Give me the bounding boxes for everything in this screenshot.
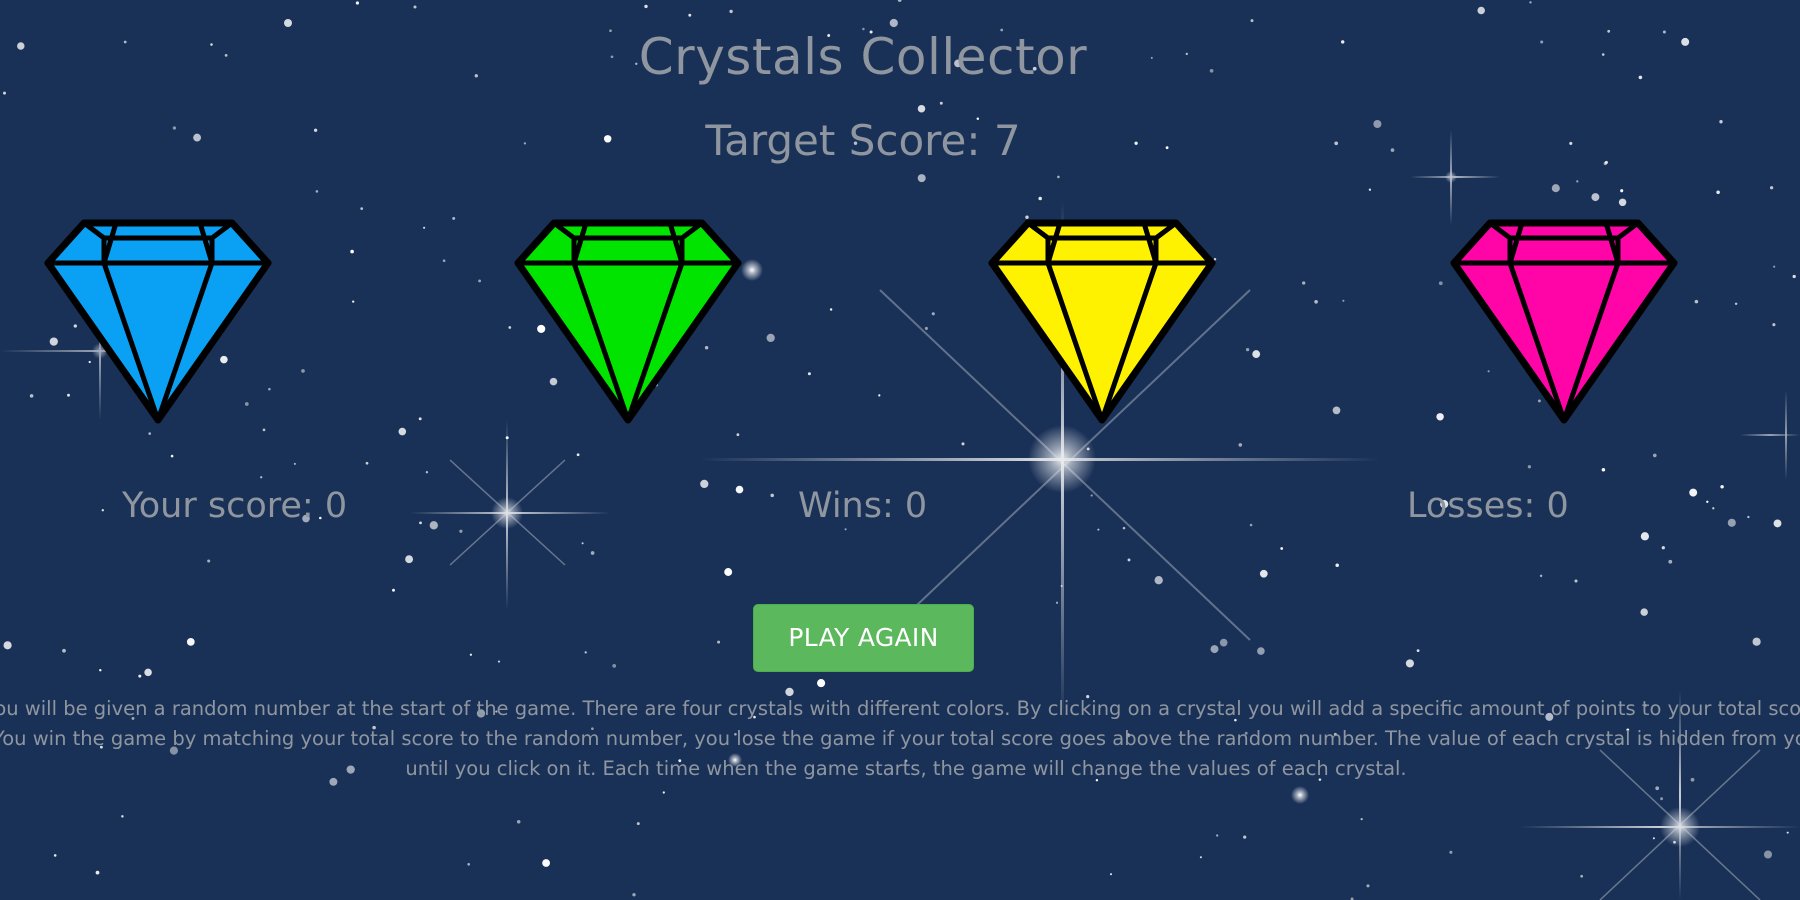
sparkle-left bbox=[410, 420, 610, 610]
crystal-pink-button[interactable] bbox=[1450, 218, 1678, 426]
blue-crystal-icon bbox=[44, 219, 272, 424]
target-score-label: Target Score: bbox=[705, 116, 981, 165]
crystal-yellow-button[interactable] bbox=[988, 218, 1216, 426]
yellow-crystal-icon bbox=[988, 219, 1216, 424]
green-crystal-icon bbox=[514, 219, 742, 424]
crystal-green-button[interactable] bbox=[514, 218, 742, 426]
sparkle-right-edge bbox=[1740, 390, 1800, 480]
target-score: Target Score: 7 bbox=[0, 116, 1726, 165]
wins-value: 0 bbox=[904, 486, 928, 526]
crystal-blue-button[interactable] bbox=[44, 218, 272, 426]
pink-crystal-icon bbox=[1450, 219, 1678, 424]
losses-counter: Losses: 0 bbox=[1407, 486, 1569, 526]
your-score: Your score: 0 bbox=[122, 486, 347, 526]
losses-value: 0 bbox=[1546, 486, 1569, 526]
wins-counter: Wins: 0 bbox=[798, 486, 927, 526]
your-score-value: 0 bbox=[324, 486, 348, 526]
losses-label: Losses: bbox=[1407, 486, 1536, 526]
instructions-text-container: You will be given a random number at the… bbox=[0, 694, 1800, 814]
instructions-text: You will be given a random number at the… bbox=[0, 697, 1800, 780]
your-score-label: Your score: bbox=[122, 486, 314, 526]
wins-label: Wins: bbox=[798, 486, 894, 526]
page-title: Crystals Collector bbox=[638, 28, 1088, 86]
target-score-value: 7 bbox=[993, 116, 1021, 165]
play-again-button[interactable]: PLAY AGAIN bbox=[753, 604, 974, 672]
